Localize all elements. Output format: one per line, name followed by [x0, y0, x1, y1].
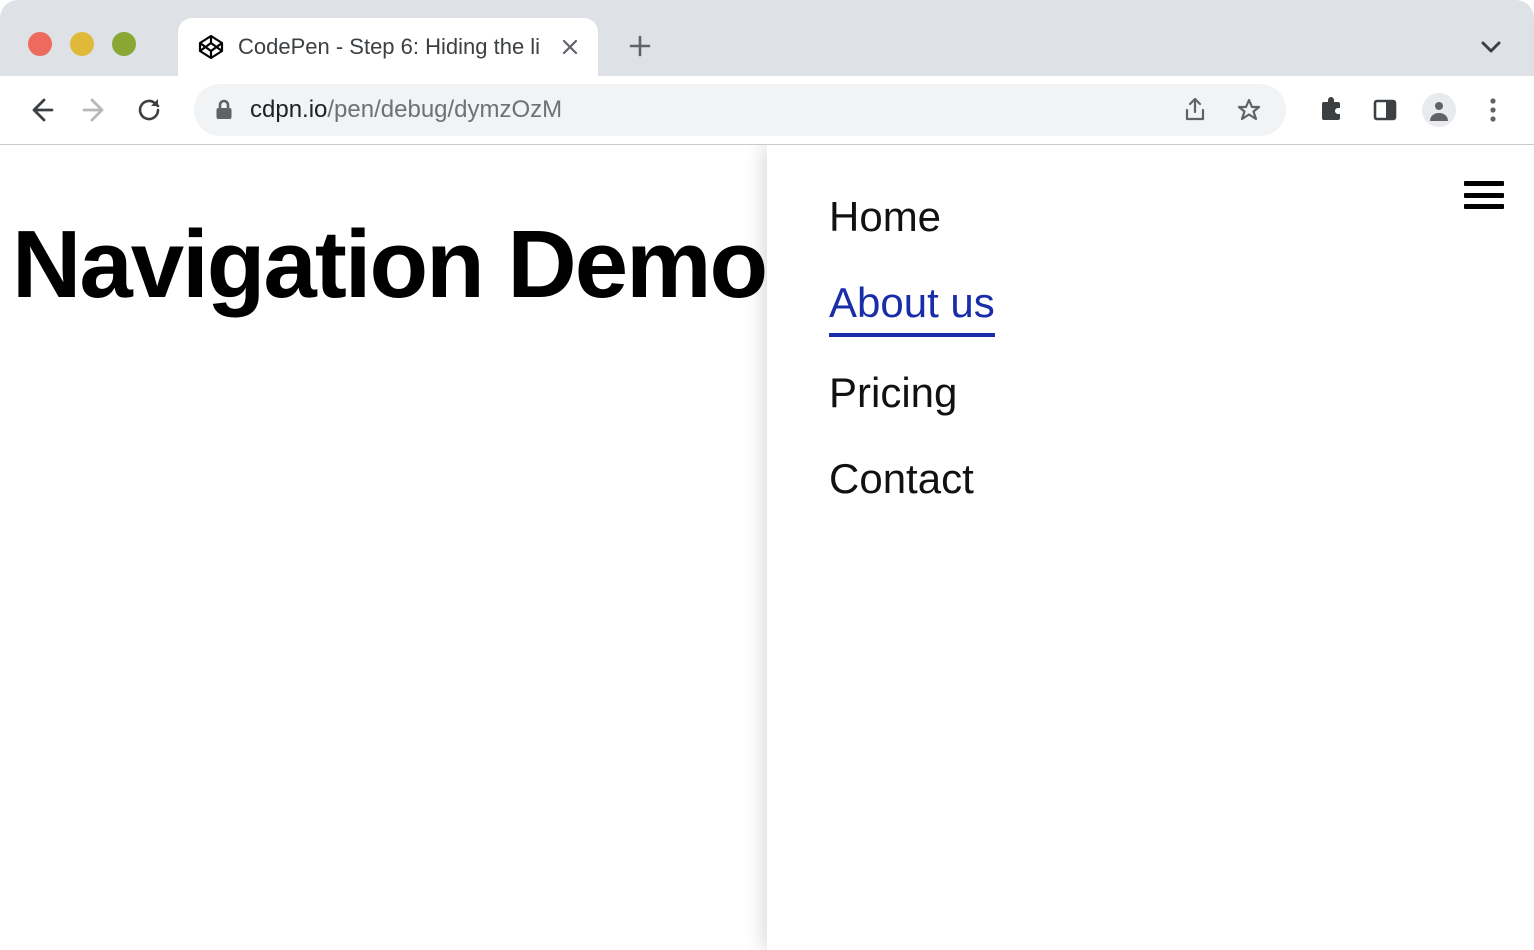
- window-close-button[interactable]: [28, 32, 52, 56]
- hamburger-icon[interactable]: [1464, 181, 1504, 209]
- tab-title: CodePen - Step 6: Hiding the li: [238, 34, 546, 60]
- browser-chrome: CodePen - Step 6: Hiding the li cdpn: [0, 0, 1534, 145]
- url-path: /pen/debug/dymzOzM: [327, 96, 562, 123]
- tabs-dropdown-button[interactable]: [1478, 34, 1504, 60]
- side-panel-button[interactable]: [1368, 93, 1402, 127]
- lock-icon: [214, 99, 234, 121]
- reload-button[interactable]: [132, 93, 166, 127]
- bookmark-button[interactable]: [1232, 93, 1266, 127]
- browser-toolbar: cdpn.io/pen/debug/dymzOzM: [0, 76, 1534, 144]
- url-host: cdpn.io: [250, 96, 327, 123]
- url-text: cdpn.io/pen/debug/dymzOzM: [250, 96, 1162, 124]
- back-button[interactable]: [24, 93, 58, 127]
- nav-link-about-us[interactable]: About us: [829, 279, 995, 337]
- browser-tab-active[interactable]: CodePen - Step 6: Hiding the li: [178, 18, 598, 76]
- window-maximize-button[interactable]: [112, 32, 136, 56]
- forward-button[interactable]: [78, 93, 112, 127]
- nav-link-contact[interactable]: Contact: [829, 455, 974, 509]
- window-minimize-button[interactable]: [70, 32, 94, 56]
- nav-panel: Home About us Pricing Contact: [767, 145, 1534, 950]
- profile-button[interactable]: [1422, 93, 1456, 127]
- nav-link-pricing[interactable]: Pricing: [829, 369, 957, 423]
- codepen-icon: [198, 34, 224, 60]
- page-viewport: Navigation Demo Home About us Pricing Co…: [0, 145, 1534, 950]
- address-bar[interactable]: cdpn.io/pen/debug/dymzOzM: [194, 84, 1286, 136]
- share-button[interactable]: [1178, 93, 1212, 127]
- tab-strip: CodePen - Step 6: Hiding the li: [0, 0, 1534, 76]
- new-tab-button[interactable]: [626, 32, 654, 60]
- window-controls: [28, 32, 136, 56]
- nav-link-home[interactable]: Home: [829, 193, 941, 247]
- nav-list: Home About us Pricing Contact: [829, 193, 1534, 509]
- extensions-button[interactable]: [1314, 93, 1348, 127]
- tab-close-button[interactable]: [560, 37, 580, 57]
- browser-menu-button[interactable]: [1476, 93, 1510, 127]
